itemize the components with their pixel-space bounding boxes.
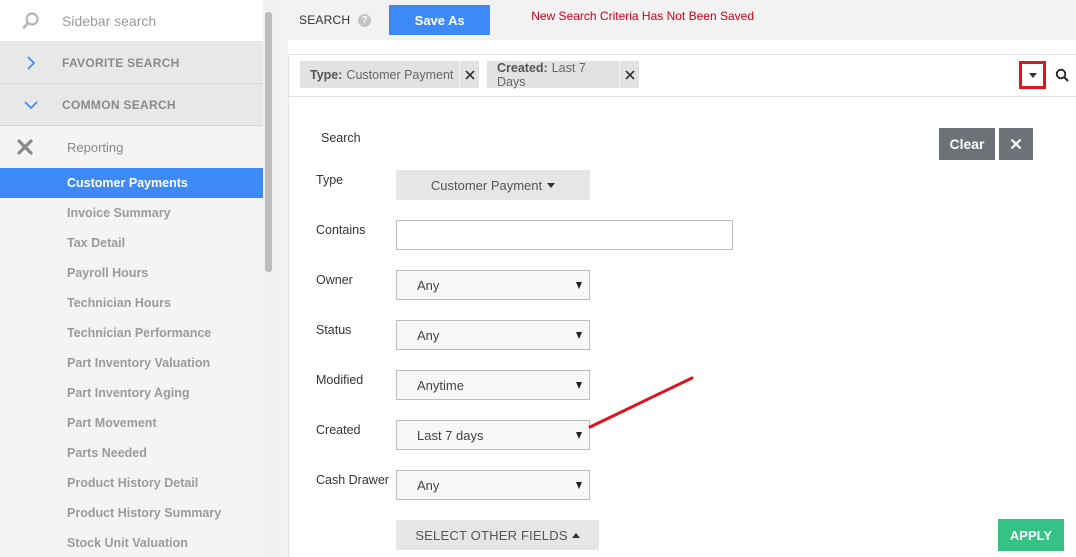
sidebar-item-customer-payments[interactable]: Customer Payments xyxy=(0,168,263,198)
active-filters-bar: Type: Customer Payment Created: Last 7 Day… xyxy=(289,55,1076,97)
caret-up-icon xyxy=(571,532,580,538)
owner-value: Any xyxy=(417,277,440,293)
filter-chip-type: Type: Customer Payment xyxy=(300,61,479,88)
sidebar-item-parts-needed[interactable]: Parts Needed xyxy=(0,438,263,468)
cash-drawer-value: Any xyxy=(417,477,440,493)
filters-dropdown-toggle[interactable] xyxy=(1019,61,1046,89)
search-icon xyxy=(0,11,62,30)
common-search-group[interactable]: COMMON SEARCH xyxy=(0,84,263,126)
favorite-search-group[interactable]: FAVORITE SEARCH xyxy=(0,42,263,84)
app-root: Sidebar search FAVORITE SEARCH COMMON SE… xyxy=(0,0,1076,557)
reporting-section[interactable]: Reporting xyxy=(0,126,263,168)
chip-key: Created: xyxy=(497,60,548,75)
sidebar-item-payroll-hours[interactable]: Payroll Hours xyxy=(0,258,263,288)
modified-label: Modified xyxy=(316,373,364,387)
sidebar-item-technician-performance[interactable]: Technician Performance xyxy=(0,318,263,348)
close-button[interactable] xyxy=(999,128,1033,160)
apply-button[interactable]: APPLY xyxy=(998,519,1064,551)
sidebar-item-part-inventory-aging[interactable]: Part Inventory Aging xyxy=(0,378,263,408)
search-form-title: Search xyxy=(321,131,361,145)
created-label: Created xyxy=(316,423,361,437)
owner-label: Owner xyxy=(316,273,353,287)
help-icon[interactable]: ? xyxy=(358,13,372,27)
search-header: SEARCH ? Save As New Search Criteria Has… xyxy=(288,0,1076,40)
sidebar-item-part-inventory-valuation[interactable]: Part Inventory Valuation xyxy=(0,348,263,378)
page-title: SEARCH xyxy=(299,13,351,27)
common-search-label: COMMON SEARCH xyxy=(62,97,176,112)
type-value: Customer Payment xyxy=(430,177,543,193)
caret-down-icon xyxy=(547,182,556,188)
status-value: Any xyxy=(417,327,440,343)
sidebar-item-invoice-summary[interactable]: Invoice Summary xyxy=(0,198,263,228)
contains-label: Contains xyxy=(316,223,366,237)
select-other-fields-label: SELECT OTHER FIELDS xyxy=(415,527,568,543)
status-label: Status xyxy=(316,323,352,337)
owner-select[interactable]: Any xyxy=(396,270,590,300)
created-select[interactable]: Last 7 days xyxy=(396,420,590,450)
status-select[interactable]: Any xyxy=(396,320,590,350)
chip-key: Type: xyxy=(310,67,343,82)
divider xyxy=(274,0,288,557)
sidebar-item-stock-unit-valuation[interactable]: Stock Unit Valuation xyxy=(0,528,263,557)
sidebar-search[interactable]: Sidebar search xyxy=(0,0,263,42)
select-other-fields-button[interactable]: SELECT OTHER FIELDS xyxy=(396,520,599,550)
remove-filter-icon[interactable] xyxy=(619,61,639,88)
cash-drawer-select[interactable]: Any xyxy=(396,470,590,500)
select-arrow-icon xyxy=(576,382,582,389)
modified-select[interactable]: Anytime xyxy=(396,370,590,400)
save-as-button[interactable]: Save As xyxy=(389,5,491,35)
type-label: Type xyxy=(316,173,344,187)
tools-icon xyxy=(0,139,50,155)
sidebar-item-technician-hours[interactable]: Technician Hours xyxy=(0,288,263,318)
sidebar-scroll-thumb[interactable] xyxy=(265,12,272,272)
report-list: Customer Payments Invoice Summary Tax De… xyxy=(0,168,263,557)
modified-value: Anytime xyxy=(417,377,464,393)
select-arrow-icon xyxy=(576,332,582,339)
sidebar-item-part-movement[interactable]: Part Movement xyxy=(0,408,263,438)
remove-filter-icon[interactable] xyxy=(459,61,479,88)
chip-value: Customer Payment xyxy=(346,67,454,82)
sidebar-item-tax-detail[interactable]: Tax Detail xyxy=(0,228,263,258)
select-arrow-icon xyxy=(576,432,582,439)
chevron-down-icon xyxy=(0,100,62,110)
caret-down-icon xyxy=(1028,72,1037,78)
sidebar-item-product-history-summary[interactable]: Product History Summary xyxy=(0,498,263,528)
sidebar-item-product-history-detail[interactable]: Product History Detail xyxy=(0,468,263,498)
clear-button[interactable]: Clear xyxy=(939,128,995,160)
select-arrow-icon xyxy=(576,482,582,489)
sidebar-search-input[interactable]: Sidebar search xyxy=(62,13,156,29)
filter-chip-created: Created: Last 7 Days xyxy=(487,60,639,89)
chevron-right-icon xyxy=(0,55,62,70)
search-panel: Type: Customer Payment Created: Last 7 Day… xyxy=(288,54,1076,557)
search-icon[interactable] xyxy=(1055,68,1069,87)
created-value: Last 7 days xyxy=(417,427,484,443)
sidebar: Sidebar search FAVORITE SEARCH COMMON SE… xyxy=(0,0,263,557)
select-arrow-icon xyxy=(576,282,582,289)
close-icon xyxy=(1010,138,1022,150)
contains-input[interactable] xyxy=(396,220,733,250)
type-dropdown[interactable]: Customer Payment xyxy=(396,170,590,200)
reporting-label: Reporting xyxy=(67,139,124,155)
favorite-search-label: FAVORITE SEARCH xyxy=(62,55,180,70)
cash-drawer-label: Cash Drawer xyxy=(316,473,389,487)
unsaved-warning: New Search Criteria Has Not Been Saved xyxy=(531,9,754,23)
